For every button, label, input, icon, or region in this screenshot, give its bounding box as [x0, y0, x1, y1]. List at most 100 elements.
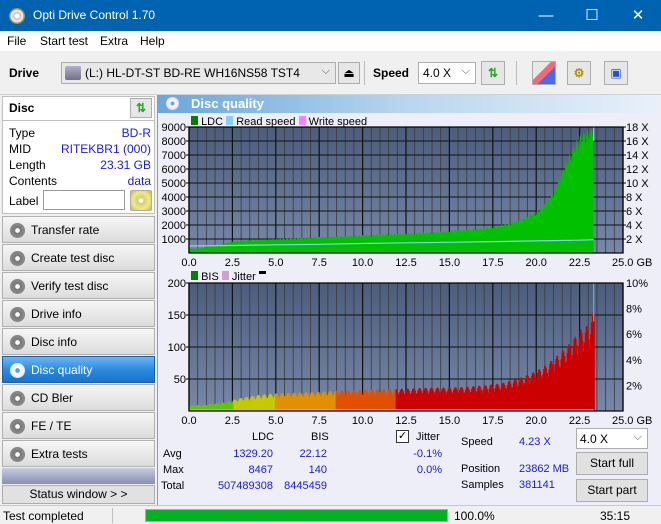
x-tick-label: 2.5: [225, 257, 240, 269]
title-bar: Opti Drive Control 1.70 — ☐ ✕: [0, 0, 661, 31]
y2-tick-label: 4 X: [626, 220, 643, 232]
disc-quality-icon: [166, 97, 179, 110]
x-tick-label: 2.5: [225, 415, 240, 424]
drive-value: (L:) HL-DT-ST BD-RE WH16NS58 TST4: [85, 66, 300, 80]
disc-icon: [10, 419, 25, 434]
nav-create-test-disc[interactable]: Create test disc: [2, 244, 155, 271]
test-speed-select[interactable]: 4.0 X ⌵: [576, 428, 648, 449]
app-icon: [9, 8, 25, 24]
erase-button[interactable]: [532, 61, 556, 85]
x-tick-label: 15.0: [439, 257, 460, 269]
close-button[interactable]: ✕: [615, 0, 661, 31]
save-button[interactable]: ▣: [604, 61, 628, 85]
y-tick-label: 1000: [162, 234, 186, 246]
total-ldc: 507489308: [217, 480, 273, 492]
settings-button[interactable]: ⚙: [567, 61, 591, 85]
y-tick-label: 9000: [162, 122, 186, 134]
y2-tick-label: 4%: [626, 355, 642, 367]
disc-contents-key: Contents: [9, 174, 58, 188]
ldc-chart: 0.0 2.5 5.0 7.5 10.0 12.5 15.0 17.5 20.0 22.5 25.0…: [162, 122, 653, 269]
disc-length-key: Length: [9, 158, 46, 172]
y-tick-label: 150: [168, 310, 186, 322]
start-part-button[interactable]: Start part: [576, 479, 648, 502]
progress-fill: [146, 510, 447, 521]
nav-disc-info[interactable]: Disc info: [2, 328, 155, 355]
speed-select[interactable]: 4.0 X ⌵: [418, 62, 476, 84]
refresh-button[interactable]: ⇅: [481, 61, 505, 85]
x-tick-label: 12.5: [395, 415, 416, 424]
y-tick-label: 4000: [162, 192, 186, 204]
disc-type-value: BD-R: [121, 126, 151, 140]
minimize-button[interactable]: —: [523, 0, 569, 31]
disc-icon: [10, 335, 25, 350]
disc-label-button[interactable]: [130, 190, 152, 211]
y2-tick-label: 8 X: [626, 192, 643, 204]
nav-fe-te[interactable]: FE / TE: [2, 412, 155, 439]
window-title: Opti Drive Control 1.70: [33, 8, 156, 22]
panel-title: Disc quality: [191, 96, 264, 111]
total-bis: 8445459: [284, 480, 327, 492]
test-speed-value: 4.0 X: [580, 432, 609, 446]
start-full-button[interactable]: Start full: [576, 452, 648, 475]
eject-button[interactable]: ⏏: [338, 62, 360, 84]
swap-arrows-icon: ⇅: [135, 101, 147, 115]
drive-select[interactable]: (L:) HL-DT-ST BD-RE WH16NS58 TST4 ⌵: [61, 62, 336, 84]
disc-icon: [10, 223, 25, 238]
menu-file[interactable]: File: [7, 34, 26, 48]
y2-tick-label: 6%: [626, 329, 642, 341]
avg-jitter: -0.1%: [413, 448, 442, 460]
status-bar: Test completed 100.0% 35:15: [0, 505, 661, 524]
speed-value: 4.23 X: [519, 436, 551, 448]
x-tick-label: 5.0: [268, 257, 283, 269]
x-tick-label: 20.0: [525, 415, 546, 424]
x-tick-label: 7.5: [312, 257, 327, 269]
nav-transfer-rate[interactable]: Transfer rate: [2, 216, 155, 243]
x-tick-label: 17.5: [482, 257, 503, 269]
nav-disc-quality[interactable]: Disc quality: [2, 356, 155, 383]
y2-tick-label: 12 X: [626, 164, 649, 176]
menu-help[interactable]: Help: [140, 34, 165, 48]
nav-extra-tests[interactable]: Extra tests: [2, 440, 155, 467]
status-window-button[interactable]: Status window > >: [2, 485, 155, 504]
jitter-checkbox[interactable]: ✓: [396, 430, 409, 443]
y-tick-label: 2000: [162, 220, 186, 232]
y2-tick-label: 2 X: [626, 234, 643, 246]
max-ldc: 8467: [248, 464, 273, 476]
disc-icon: [10, 363, 25, 378]
y2-tick-label: 8%: [626, 304, 642, 316]
floppy-disk-icon: ▣: [610, 66, 622, 80]
speed-label: Speed: [373, 66, 410, 80]
x-tick-label: 0.0: [181, 415, 196, 424]
disc-label-input[interactable]: [43, 190, 125, 210]
disc-refresh-button[interactable]: ⇅: [130, 98, 152, 118]
disc-mid-value: RITEKBR1 (000): [60, 142, 151, 156]
drive-label: Drive: [9, 66, 40, 80]
x-tick-label: 25.0 GB: [612, 257, 652, 269]
drive-icon: [65, 66, 81, 80]
menu-start-test[interactable]: Start test: [40, 34, 88, 48]
nav-cd-bler[interactable]: CD Bler: [2, 384, 155, 411]
disc-mid-key: MID: [9, 142, 31, 156]
x-tick-label: 15.0: [439, 415, 460, 424]
y-tick-label: 8000: [162, 136, 186, 148]
maximize-button[interactable]: ☐: [569, 0, 615, 31]
x-tick-label: 22.5: [569, 257, 590, 269]
y2-tick-label: 10%: [626, 278, 648, 290]
y-tick-label: 100: [168, 342, 186, 354]
divider: [112, 508, 113, 523]
nav-verify-test-disc[interactable]: Verify test disc: [2, 272, 155, 299]
x-tick-label: 17.5: [482, 415, 503, 424]
disc-icon: [10, 279, 25, 294]
col-bis: BIS: [311, 431, 329, 443]
avg-key: Avg: [163, 448, 182, 460]
disc-header: Disc: [9, 101, 35, 115]
disc-panel: Disc ⇅ Type BD-R MID RITEKBR1 (000) Leng…: [2, 96, 155, 214]
nav-spacer: [2, 468, 155, 484]
y2-tick-label: 6 X: [626, 206, 643, 218]
menu-extra[interactable]: Extra: [100, 34, 128, 48]
samples-value: 381141: [519, 479, 555, 491]
menu-bar: File Start test Extra Help: [0, 31, 661, 51]
elapsed-time: 35:15: [600, 509, 631, 523]
nav-drive-info[interactable]: Drive info: [2, 300, 155, 327]
y-tick-label: 6000: [162, 164, 186, 176]
